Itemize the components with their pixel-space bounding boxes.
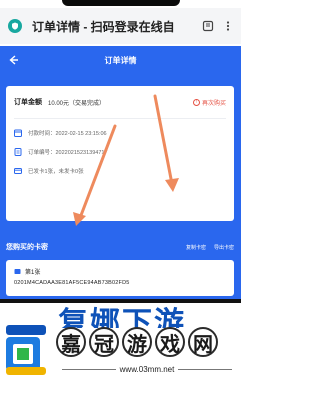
purchased-codes-header: 您购买的卡密 复制卡密 导出卡密 bbox=[6, 240, 234, 254]
order-detail-app: 订单详情 订单金额 10.00元（交易完成） ! 再次购买 付款时间：2022-… bbox=[0, 46, 241, 299]
logo-url-row: www.03mm.net bbox=[62, 365, 232, 374]
card-status: 已发卡1张，未发卡0张 bbox=[28, 169, 84, 175]
logo-char: 戏 bbox=[155, 327, 185, 357]
amount-label: 订单金额 bbox=[14, 99, 42, 106]
card-code-icon bbox=[14, 268, 21, 274]
app-header: 订单详情 bbox=[0, 46, 241, 74]
order-info-card: 订单金额 10.00元（交易完成） ! 再次购买 付款时间：2022-02-15… bbox=[6, 86, 234, 221]
back-arrow-icon[interactable] bbox=[6, 53, 20, 67]
card-code-item: 第1张 0201M4CADAA3E81AF5CE94AB73B02FD5 bbox=[6, 260, 234, 296]
watermark-logo: 复娜下游 嘉 冠 游 戏 网 www.03mm.net bbox=[0, 303, 241, 397]
logo-char: 游 bbox=[122, 327, 152, 357]
rebuy-icon: ! bbox=[192, 98, 200, 106]
shield-icon[interactable] bbox=[8, 19, 22, 33]
order-number-row: 订单编号：20220215231394717 bbox=[14, 144, 226, 160]
url-line-right bbox=[178, 369, 232, 370]
browser-bar: 订单详情 - 扫码登录在线自 bbox=[0, 8, 241, 44]
logo-char: 嘉 bbox=[56, 327, 86, 357]
section-title: 您购买的卡密 bbox=[6, 244, 48, 251]
app-title: 订单详情 bbox=[104, 55, 137, 65]
calendar-icon bbox=[14, 129, 22, 137]
export-code-button[interactable]: 导出卡密 bbox=[214, 244, 234, 251]
logo-mark-icon bbox=[6, 325, 46, 375]
phone-notch bbox=[62, 0, 180, 6]
more-icon[interactable] bbox=[221, 19, 235, 33]
section-actions: 复制卡密 导出卡密 bbox=[186, 244, 234, 251]
logo-top-text: 复娜下游 bbox=[58, 307, 186, 328]
document-icon bbox=[14, 148, 22, 156]
card-code-index: 第1张 bbox=[25, 269, 41, 276]
card-icon bbox=[14, 168, 22, 174]
card-code-head: 第1张 bbox=[14, 265, 226, 277]
url-line-left bbox=[62, 369, 116, 370]
order-number: 订单编号：20220215231394717 bbox=[28, 150, 108, 156]
amount-value: 10.00元（交易完成） bbox=[48, 100, 106, 107]
rebuy-label: 再次购买 bbox=[201, 100, 226, 107]
payment-time: 付款时间：2022-02-15 23:15:06 bbox=[28, 131, 107, 137]
logo-char: 网 bbox=[188, 327, 218, 357]
bookmark-icon[interactable] bbox=[201, 19, 215, 33]
amount-row: 订单金额 10.00元（交易完成） ! 再次购买 bbox=[14, 94, 226, 110]
card-code-value[interactable]: 0201M4CADAA3E81AF5CE94AB73B02FD5 bbox=[14, 280, 226, 286]
card-status-row: 已发卡1张，未发卡0张 bbox=[14, 163, 226, 179]
browser-page-title: 订单详情 - 扫码登录在线自 bbox=[32, 19, 175, 34]
rebuy-button[interactable]: ! 再次购买 bbox=[192, 98, 226, 107]
logo-char: 冠 bbox=[89, 327, 119, 357]
logo-characters: 嘉 冠 游 戏 网 bbox=[56, 327, 218, 357]
logo-url: www.03mm.net bbox=[119, 365, 175, 374]
copy-code-button[interactable]: 复制卡密 bbox=[186, 244, 206, 251]
divider bbox=[14, 118, 226, 119]
payment-time-row: 付款时间：2022-02-15 23:15:06 bbox=[14, 125, 226, 141]
